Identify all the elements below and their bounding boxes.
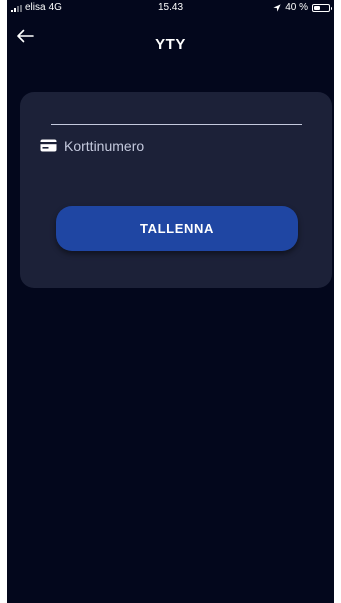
battery-percent: 40 % — [285, 2, 308, 13]
location-arrow-icon — [273, 4, 281, 12]
input-underline — [51, 124, 302, 125]
save-button[interactable]: TALLENNA — [56, 206, 298, 251]
page-title: YTY — [155, 36, 186, 53]
battery-level — [314, 6, 320, 10]
app-screen: elisa 4G 15.43 40 % YTY Korttinumero TAL… — [7, 0, 334, 603]
card-number-field — [40, 136, 316, 170]
card-number-form: TALLENNA — [20, 92, 332, 288]
card-number-input[interactable] — [64, 136, 316, 156]
credit-card-icon — [40, 139, 57, 152]
battery-icon — [312, 4, 332, 12]
status-right: 40 % — [273, 0, 332, 16]
status-bar: elisa 4G 15.43 40 % — [7, 0, 334, 16]
